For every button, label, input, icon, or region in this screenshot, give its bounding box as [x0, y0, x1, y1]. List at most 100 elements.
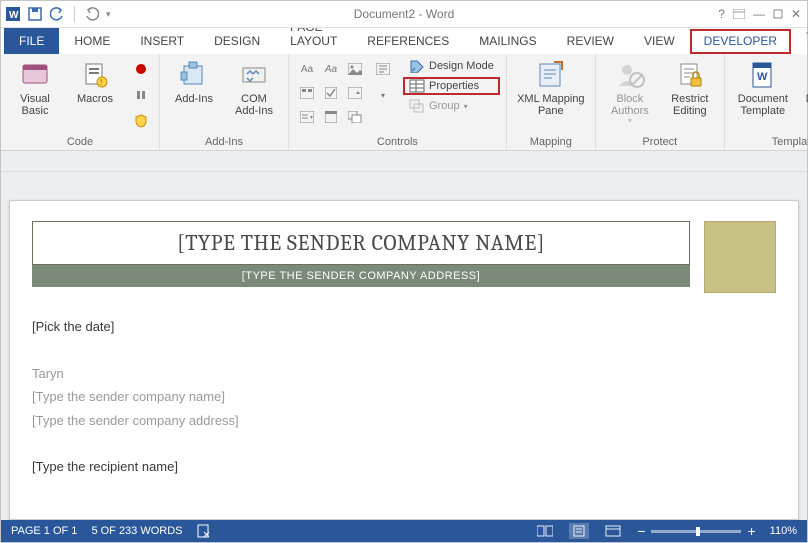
xml-mapping-icon — [535, 59, 567, 91]
legacy-tools-dropdown-icon[interactable]: ▾ — [371, 83, 395, 107]
group-label-mapping: Mapping — [513, 134, 589, 148]
com-addins-icon — [238, 59, 270, 91]
combobox-control-icon[interactable] — [343, 81, 367, 105]
zoom-track[interactable] — [651, 530, 741, 533]
window-title: Document2 - Word — [354, 7, 454, 21]
svg-text:!: ! — [100, 78, 102, 87]
proofing-icon[interactable] — [197, 524, 213, 538]
tab-mailings[interactable]: MAILINGS — [464, 28, 551, 54]
visual-basic-button[interactable]: Visual Basic — [7, 57, 63, 117]
ribbon-display-icon[interactable] — [733, 9, 745, 19]
title-bar: W ▾ Document2 - Word ? — ✕ — [1, 1, 807, 28]
tab-view[interactable]: VIEW — [629, 28, 690, 54]
status-page[interactable]: PAGE 1 OF 1 — [11, 525, 77, 537]
tab-design[interactable]: DESIGN — [199, 28, 275, 54]
save-icon[interactable] — [27, 6, 43, 22]
author-name[interactable]: Taryn — [32, 362, 690, 385]
document-template-icon: W — [747, 59, 779, 91]
sender-address-bar[interactable]: [TYPE THE SENDER COMPANY ADDRESS] — [32, 265, 690, 287]
quick-access-toolbar: W ▾ — [1, 6, 111, 22]
tab-review[interactable]: REVIEW — [552, 28, 629, 54]
close-icon[interactable]: ✕ — [791, 7, 801, 21]
date-control-icon[interactable] — [319, 105, 343, 129]
group-label-addins: Add-Ins — [166, 134, 282, 148]
group-label-protect: Protect — [602, 134, 718, 148]
zoom-slider[interactable]: − + — [637, 523, 755, 539]
pause-macro-icon[interactable] — [129, 83, 153, 107]
word-window: W ▾ Document2 - Word ? — ✕ FILE HOME INS… — [0, 0, 808, 543]
group-code: Visual Basic ! Macros Code — [1, 54, 160, 150]
group-icon — [409, 99, 425, 113]
macros-icon: ! — [79, 59, 111, 91]
legacy-tools-icon[interactable] — [371, 57, 395, 81]
rich-text-control-icon[interactable]: Aa — [295, 57, 319, 81]
dropdown-control-icon[interactable] — [295, 105, 319, 129]
ribbon-tabs: FILE HOME INSERT DESIGN PAGE LAYOUT REFE… — [1, 28, 807, 54]
addins-button[interactable]: Add-Ins — [166, 57, 222, 105]
zoom-in-icon[interactable]: + — [747, 523, 755, 539]
group-label-templates: Templates — [731, 134, 808, 148]
status-words[interactable]: 5 OF 233 WORDS — [91, 525, 182, 537]
ribbon: Visual Basic ! Macros Code Add-Ins — [1, 54, 807, 151]
date-placeholder[interactable]: [Pick the date] — [32, 315, 690, 338]
properties-icon — [409, 79, 425, 93]
sender-company-placeholder[interactable]: [TYPE THE SENDER COMPANY NAME] — [32, 221, 690, 265]
svg-text:W: W — [9, 10, 19, 21]
document-body[interactable]: [Pick the date] Taryn [Type the sender c… — [32, 315, 690, 479]
tab-references[interactable]: REFERENCES — [352, 28, 464, 54]
restrict-editing-button[interactable]: Restrict Editing — [662, 57, 718, 117]
document-page[interactable]: [TYPE THE SENDER COMPANY NAME] [TYPE THE… — [9, 200, 799, 520]
zoom-level[interactable]: 110% — [770, 525, 797, 537]
tab-developer[interactable]: DEVELOPER — [690, 29, 791, 54]
properties-button[interactable]: Properties — [403, 77, 500, 95]
plain-text-control-icon[interactable]: Aa — [319, 57, 343, 81]
building-block-control-icon[interactable] — [295, 81, 319, 105]
repeating-control-icon[interactable] — [343, 105, 367, 129]
word-app-icon[interactable]: W — [5, 6, 21, 22]
group-button[interactable]: Group▾ — [403, 97, 500, 115]
group-addins: Add-Ins COM Add-Ins Add-Ins — [160, 54, 289, 150]
web-layout-icon[interactable] — [603, 523, 623, 539]
document-panel-button[interactable]: Document Panel — [799, 57, 808, 117]
checkbox-control-icon[interactable] — [319, 81, 343, 105]
macro-security-icon[interactable] — [129, 109, 153, 133]
header-badge — [704, 221, 776, 293]
group-templates: W Document Template Document Panel Templ… — [725, 54, 808, 150]
redo-icon[interactable] — [84, 6, 100, 22]
window-controls: ? — ✕ — [718, 7, 807, 21]
group-label-code: Code — [7, 134, 153, 148]
document-template-button[interactable]: W Document Template — [731, 57, 795, 117]
xml-mapping-pane-button[interactable]: XML Mapping Pane — [513, 57, 589, 117]
undo-icon[interactable] — [49, 6, 65, 22]
sender-company-ph[interactable]: [Type the sender company name] — [32, 385, 690, 408]
group-controls: Aa Aa ▾ Design Mode — [289, 54, 507, 150]
recipient-name-ph[interactable]: [Type the recipient name] — [32, 455, 690, 478]
record-macro-icon[interactable] — [129, 57, 153, 81]
group-protect: Block Authors▾ Restrict Editing Protect — [596, 54, 725, 150]
print-layout-icon[interactable] — [569, 523, 589, 539]
group-label-controls: Controls — [295, 134, 500, 148]
visual-basic-icon — [19, 59, 51, 91]
help-icon[interactable]: ? — [718, 7, 725, 21]
block-authors-icon — [614, 59, 646, 91]
zoom-out-icon[interactable]: − — [637, 523, 645, 539]
read-mode-icon[interactable] — [535, 523, 555, 539]
group-mapping: XML Mapping Pane Mapping — [507, 54, 596, 150]
restrict-editing-icon — [674, 59, 706, 91]
tab-home[interactable]: HOME — [59, 28, 125, 54]
com-addins-button[interactable]: COM Add-Ins — [226, 57, 282, 117]
design-mode-icon — [409, 59, 425, 73]
macros-button[interactable]: ! Macros — [67, 57, 123, 105]
tab-file[interactable]: FILE — [4, 28, 59, 54]
tab-insert[interactable]: INSERT — [125, 28, 199, 54]
maximize-icon[interactable] — [773, 9, 783, 19]
sender-address-ph[interactable]: [Type the sender company address] — [32, 409, 690, 432]
picture-control-icon[interactable] — [343, 57, 367, 81]
horizontal-ruler[interactable] — [1, 151, 807, 172]
minimize-icon[interactable]: — — [753, 7, 765, 21]
block-authors-button[interactable]: Block Authors▾ — [602, 57, 658, 126]
document-area[interactable]: [TYPE THE SENDER COMPANY NAME] [TYPE THE… — [1, 172, 807, 520]
qat-customize-icon[interactable]: ▾ — [106, 9, 111, 20]
controls-gallery: Aa Aa — [295, 57, 365, 127]
design-mode-button[interactable]: Design Mode — [403, 57, 500, 75]
